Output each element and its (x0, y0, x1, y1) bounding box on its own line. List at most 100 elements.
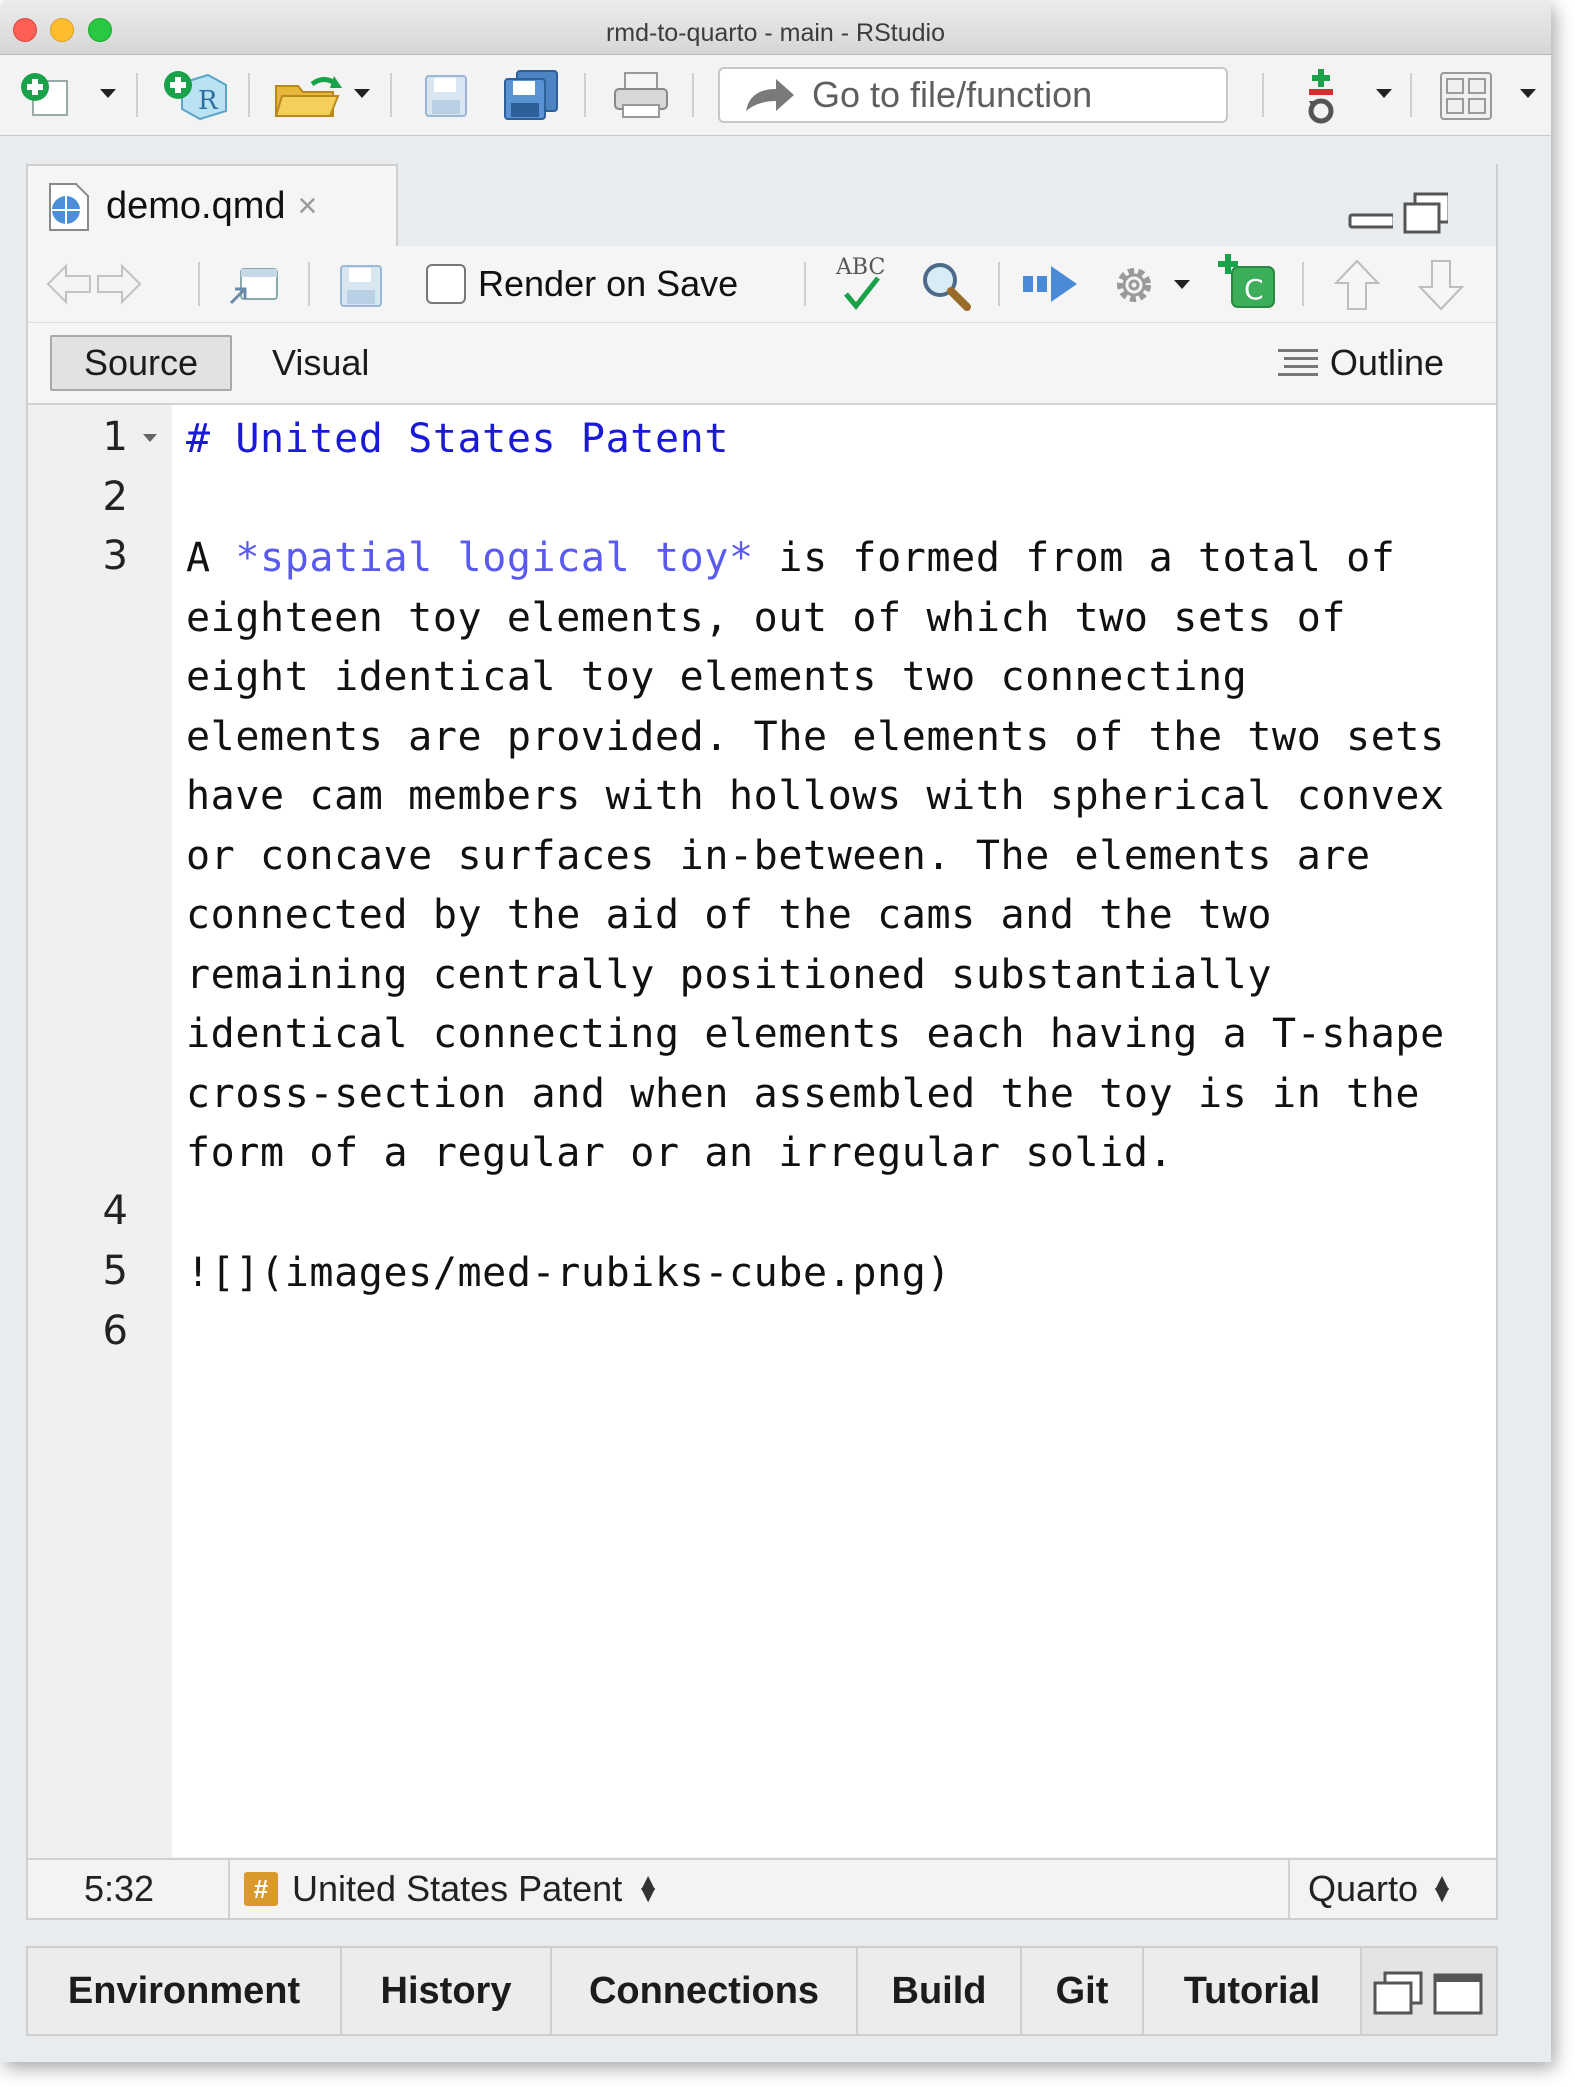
code-wrapped-line: eighteen toy elements, out of which two … (186, 594, 1347, 641)
line-number: 3 (102, 533, 128, 579)
title-bar: rmd-to-quarto - main - RStudio (0, 0, 1551, 55)
insert-code-chunk-icon: C (1218, 254, 1275, 308)
fold-toggle-icon[interactable] (143, 434, 157, 442)
code-wrapped-line: or concave surfaces in-between. The elem… (186, 832, 1371, 879)
section-navigator[interactable]: # United States Patent ▲ ▼ (228, 1860, 660, 1918)
line-number-gutter (28, 405, 172, 1857)
svg-text:C: C (1244, 273, 1264, 306)
bottom-pane-window-controls (1368, 1968, 1488, 2018)
code-wrapped-line: eight identical toy elements two connect… (186, 654, 1248, 700)
open-file-dropdown[interactable] (354, 89, 370, 98)
tab-history[interactable]: History (342, 1948, 552, 2034)
previous-section-button[interactable] (1330, 258, 1384, 312)
svg-text:ABC: ABC (835, 255, 885, 280)
tab-environment[interactable]: Environment (28, 1948, 342, 2034)
close-tab-icon[interactable]: × (298, 187, 318, 226)
goto-file-function-field[interactable] (718, 67, 1228, 123)
tab-connections[interactable]: Connections (552, 1948, 858, 2034)
toolbar-divider (390, 73, 392, 117)
popout-window-icon (229, 268, 278, 305)
main-toolbar: R (0, 55, 1551, 136)
chevron-down-icon (100, 89, 116, 98)
show-in-window-button[interactable] (224, 262, 284, 308)
code-emphasis: *spatial logical toy* (235, 535, 754, 581)
outline-label: Outline (1329, 342, 1444, 383)
spellcheck-button[interactable]: ABC (830, 252, 894, 314)
tab-tutorial[interactable]: Tutorial (1144, 1948, 1362, 2034)
tab-demo-qmd[interactable]: demo.qmd × (26, 164, 398, 246)
visual-mode-button[interactable]: Visual (272, 335, 369, 391)
save-icon (425, 75, 467, 117)
toolbar-divider (804, 262, 806, 306)
chevron-down-icon (1376, 89, 1392, 98)
source-mode-button[interactable]: Source (50, 335, 232, 391)
print-button[interactable] (608, 69, 674, 121)
pane-layout-button[interactable] (1436, 69, 1496, 123)
goto-arrow-icon (746, 79, 794, 111)
outline-button[interactable]: Outline (1276, 335, 1444, 391)
goto-input[interactable] (810, 73, 1214, 117)
settings-dropdown[interactable] (1174, 280, 1190, 289)
tab-label: demo.qmd (106, 184, 286, 227)
line-number: 2 (102, 474, 128, 520)
code-wrapped-line: cross-section and when assembled the toy… (186, 1070, 1421, 1117)
save-all-button[interactable] (498, 67, 564, 123)
editor-mode-bar: Source Visual Outline (28, 323, 1496, 405)
open-file-button[interactable] (268, 67, 348, 123)
toolbar-divider (198, 262, 200, 306)
save-document-button[interactable] (334, 262, 388, 310)
code-wrapped-line: elements are provided. The elements of t… (186, 713, 1445, 760)
chevron-down-icon (1174, 280, 1190, 289)
nav-back-forward[interactable] (44, 260, 144, 308)
toolbar-divider (308, 262, 310, 306)
new-project-icon: R (164, 71, 227, 121)
cursor-position: 5:32 (84, 1868, 155, 1909)
render-on-save-label: Render on Save (478, 263, 739, 304)
code-wrapped-line: remaining centrally positioned substanti… (186, 951, 1273, 998)
new-file-button[interactable] (10, 69, 80, 121)
render-button[interactable] (1018, 260, 1084, 308)
new-file-icon (21, 73, 68, 116)
save-button[interactable] (416, 71, 476, 121)
document-type-selector[interactable]: Quarto ▲ ▼ (1288, 1860, 1496, 1918)
minimize-pane-icon[interactable] (1348, 199, 1393, 229)
back-forward-arrows-icon (46, 263, 142, 305)
tab-git[interactable]: Git (1022, 1948, 1144, 2034)
print-icon (614, 72, 668, 118)
insert-chunk-button[interactable]: C (1214, 252, 1280, 314)
version-control-button[interactable] (1296, 67, 1346, 127)
toolbar-divider (248, 73, 250, 117)
line-number: 5 (102, 1248, 128, 1294)
render-on-save-toggle[interactable]: Render on Save (426, 260, 738, 308)
maximize-pane-icon[interactable] (1431, 1969, 1485, 2017)
settings-button[interactable] (1104, 258, 1164, 312)
chevron-down-icon (1520, 89, 1536, 98)
arrow-up-icon (1334, 259, 1380, 310)
render-on-save-checkbox[interactable] (426, 264, 466, 304)
find-replace-button[interactable] (916, 256, 976, 316)
editor-status-bar: 5:32 # United States Patent ▲ ▼ Quarto ▲ ▼ (28, 1858, 1496, 1918)
updown-chevron-icon: ▲ ▼ (636, 1869, 660, 1908)
next-section-button[interactable] (1414, 258, 1468, 312)
editor-toolbar: Render on Save ABC C (28, 246, 1496, 323)
version-control-dropdown[interactable] (1376, 89, 1392, 98)
code-wrapped-line: identical connecting elements each havin… (186, 1011, 1445, 1057)
toolbar-divider (1410, 73, 1412, 117)
quarto-file-icon (49, 183, 89, 231)
rstudio-window: rmd-to-quarto - main - RStudio R Go to f… (0, 0, 1551, 2062)
search-icon (923, 263, 971, 311)
tab-build[interactable]: Build (858, 1948, 1022, 2034)
new-project-button[interactable]: R (154, 67, 234, 123)
toolbar-divider (1302, 262, 1304, 306)
line-number: 1 (102, 414, 128, 460)
chevron-down-icon (354, 89, 370, 98)
pane-layout-dropdown[interactable] (1520, 89, 1536, 98)
grid-layout-icon (1440, 72, 1492, 120)
toolbar-divider (692, 73, 694, 117)
new-file-dropdown[interactable] (100, 89, 116, 98)
code-wrapped-line: have cam members with hollows with spher… (186, 773, 1445, 819)
maximize-pane-icon[interactable] (1403, 192, 1448, 236)
toolbar-divider (1262, 73, 1264, 117)
restore-pane-icon[interactable] (1371, 1969, 1425, 2017)
code-line-paragraph: A *spatial logical toy* is formed from a… (186, 529, 1486, 589)
